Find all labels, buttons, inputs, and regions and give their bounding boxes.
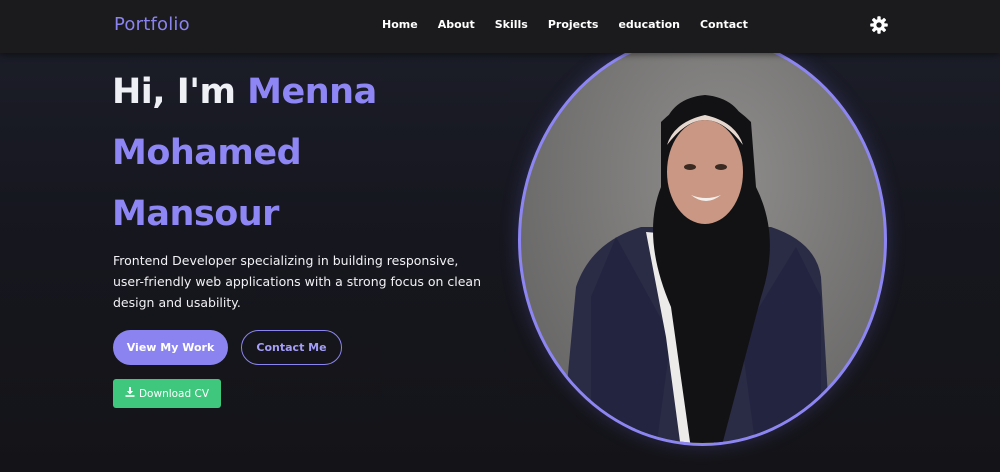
download-cv-button[interactable]: Download CV (113, 379, 221, 408)
nav-link-skills[interactable]: Skills (485, 18, 538, 31)
nav-links: Home About Skills Projects education Con… (372, 18, 758, 31)
view-my-work-button[interactable]: View My Work (113, 330, 228, 365)
hero-greeting: Hi, I'm (112, 72, 236, 112)
contact-me-button[interactable]: Contact Me (241, 330, 342, 365)
nav-link-education[interactable]: education (608, 18, 690, 31)
hero-description: Frontend Developer specializing in build… (113, 253, 482, 310)
hero-line-1: Hi, I'm Menna (112, 62, 377, 123)
gear-icon[interactable] (869, 15, 889, 35)
profile-photo (518, 34, 887, 446)
nav-link-contact[interactable]: Contact (690, 18, 758, 31)
hero-name-first: Menna (247, 72, 377, 112)
nav-link-about[interactable]: About (428, 18, 485, 31)
download-cv-label: Download CV (138, 387, 210, 400)
hero-name-middle: Mohamed (112, 133, 302, 173)
navbar: Portfolio Home About Skills Projects edu… (0, 0, 1000, 53)
nav-link-home[interactable]: Home (372, 18, 428, 31)
brand-logo[interactable]: Portfolio (114, 14, 190, 35)
hero-title: Hi, I'm Menna Mohamed Mansour (112, 62, 377, 245)
hero-name-last: Mansour (112, 194, 279, 234)
nav-link-projects[interactable]: Projects (538, 18, 609, 31)
download-icon (125, 387, 135, 400)
